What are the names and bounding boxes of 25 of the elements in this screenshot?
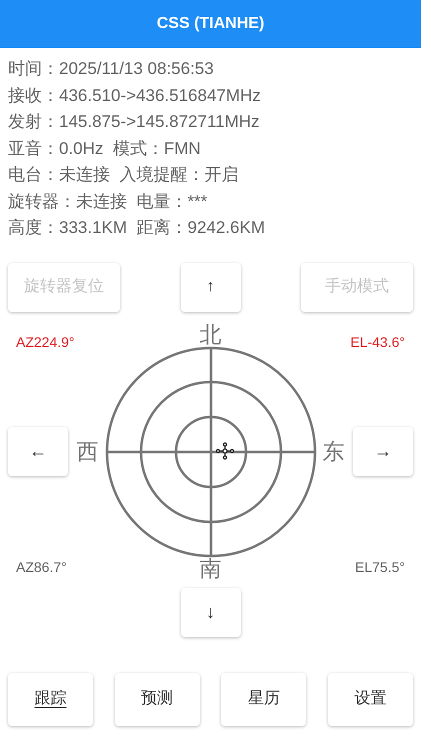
down-arrow-button[interactable]: ↓ (180, 588, 240, 636)
reading-label: EL-43.6° (350, 332, 405, 352)
right-arrow-button[interactable]: → (353, 427, 413, 476)
info-line: 发射：145.875->145.872711MHz (8, 111, 261, 133)
tab[interactable]: 预测 (114, 672, 200, 726)
reading-label: AZ224.9° (16, 332, 75, 352)
satellite-marker-icon (214, 442, 234, 460)
reading-label: EL75.5° (355, 558, 405, 576)
window-title: CSS (TIANHE) (156, 14, 264, 34)
left-arrow-button[interactable]: ← (8, 427, 68, 476)
info-line: 电台：未连接 入境提醒：开启 (8, 164, 240, 186)
compass-label: 西 (76, 438, 98, 466)
info-line: 时间：2025/11/13 08:56:53 (8, 58, 215, 80)
tab[interactable]: 星历 (221, 672, 306, 726)
reading-label: AZ86.7° (16, 558, 67, 576)
info-line: 旋转器：未连接 电量：*** (8, 190, 208, 212)
up-arrow-button[interactable]: ↑ (180, 262, 240, 312)
tab[interactable]: 设置 (328, 672, 413, 726)
info-line: 高度：333.1KM 距离：9242.6KM (8, 217, 266, 239)
info-line: 亚音：0.0Hz 模式：FMN (8, 138, 202, 160)
tab[interactable]: 跟踪 (8, 672, 93, 726)
compass-label: 南 (200, 558, 222, 580)
compass-label: 东 (322, 438, 344, 466)
info-line: 接收：436.510->436.516847MHz (8, 84, 262, 106)
compass-label: 北 (200, 324, 222, 346)
